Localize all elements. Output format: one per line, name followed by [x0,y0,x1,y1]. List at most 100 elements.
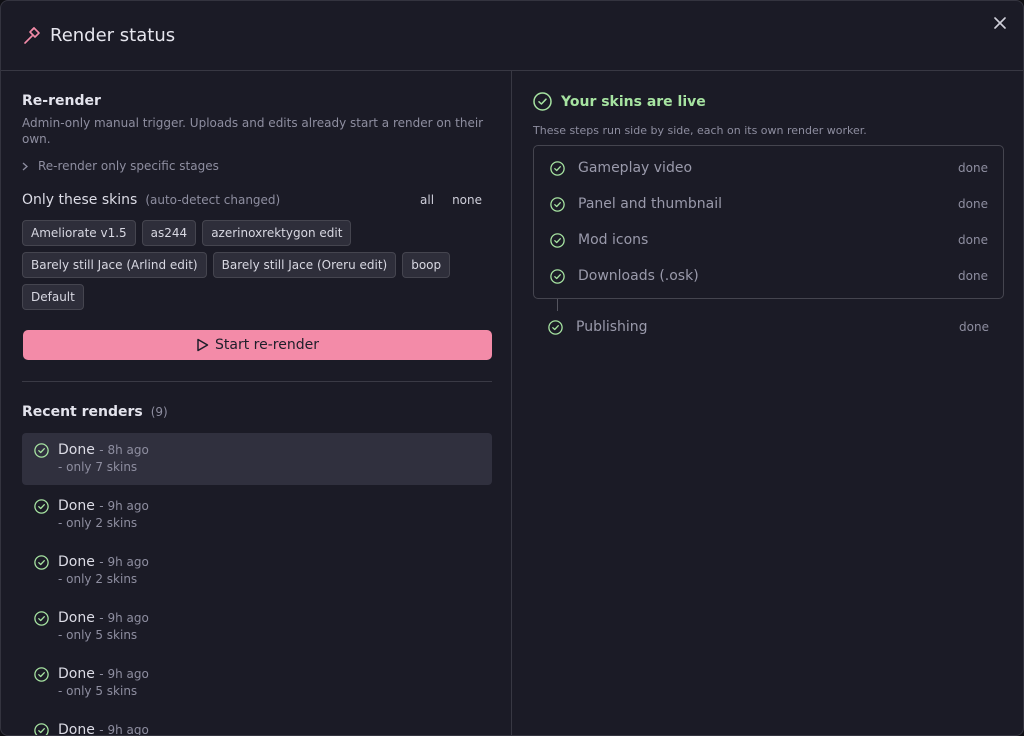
hammer-icon [22,26,42,46]
render-row[interactable]: Done - 9h ago - only 2 skins [22,489,492,541]
close-button[interactable] [991,14,1009,32]
check-circle-icon [34,667,50,683]
render-row[interactable]: Done - 9h ago - only 5 skins [22,657,492,709]
step-status: done [958,197,988,211]
skins-label: Only these skins [22,192,138,208]
check-circle-icon [550,196,565,212]
skin-chip[interactable]: as244 [141,220,197,246]
recent-renders-header: Recent renders (9) [22,404,491,420]
recent-renders-list: Done - 8h ago - only 7 skins Done - 9h ago… [22,433,492,736]
render-status: Done [58,442,95,458]
render-info: Done - 9h ago [58,722,149,736]
step-row: Panel and thumbnail done [534,186,1003,222]
check-circle-icon [34,499,50,515]
skins-hint: (auto-detect changed) [145,193,281,207]
render-detail: - only 2 skins [58,572,138,586]
recent-renders-title: Recent renders [22,404,143,420]
live-status-header: Your skins are live [533,92,1004,111]
check-circle-icon [550,268,565,284]
step-status: done [958,161,988,175]
check-circle-icon [533,92,552,111]
step-name: Downloads (.osk) [578,268,699,284]
step-name: Mod icons [578,232,649,248]
chevron-right-icon [22,162,32,171]
render-time: - 9h ago [99,723,149,736]
render-status: Done [58,666,95,682]
render-time: - 8h ago [99,443,149,457]
play-icon [196,338,209,352]
step-status: done [958,269,988,283]
render-row[interactable]: Done - 9h ago - only 5 skins [22,601,492,653]
step-status: done [958,233,988,247]
step-connector [557,299,558,311]
rerender-description: Admin-only manual trigger. Uploads and e… [22,116,484,146]
close-icon [994,17,1006,29]
live-status-title: Your skins are live [561,93,706,110]
modal-header: Render status [1,1,1023,71]
render-time: - 9h ago [99,499,149,513]
skin-chip[interactable]: Ameliorate v1.5 [22,220,136,246]
render-detail: - only 7 skins [58,460,138,474]
render-line: Done - 9h ago [58,666,149,682]
render-status-modal: Render status Re-render Admin-only manua… [0,0,1024,736]
render-detail: - only 2 skins [58,516,138,530]
step-name: Panel and thumbnail [578,196,722,212]
render-info: Done - 8h ago - only 7 skins [58,442,149,485]
skin-chip[interactable]: boop [402,252,451,278]
render-info: Done - 9h ago - only 5 skins [58,666,149,709]
check-circle-icon [550,160,565,176]
live-status-description: These steps run side by side, each on it… [533,124,867,137]
step-row: Mod icons done [534,222,1003,258]
section-divider [22,381,492,382]
modal-title: Render status [50,25,176,46]
render-status: Done [58,498,95,514]
step-publishing: Publishing done [533,311,1004,343]
render-time: - 9h ago [99,555,149,569]
check-circle-icon [34,611,50,627]
render-line: Done - 9h ago [58,610,149,626]
render-line: Done - 8h ago [58,442,149,458]
skin-chip[interactable]: Barely still Jace (Arlind edit) [22,252,207,278]
select-none-button[interactable]: none [443,191,491,209]
start-rerender-button[interactable]: Start re-render [23,330,492,360]
render-detail: - only 5 skins [58,684,138,698]
skin-chips: Ameliorate v1.5 as244 azerinoxrektygon edi… [22,220,492,310]
step-name: Gameplay video [578,160,693,176]
render-row[interactable]: Done - 9h ago - only 2 skins [22,545,492,597]
skins-filter-header: Only these skins (auto-detect changed) a… [22,190,491,210]
rerender-panel: Re-render Admin-only manual trigger. Upl… [1,71,512,736]
rerender-title: Re-render [22,93,101,109]
render-line: Done - 9h ago [58,722,149,736]
render-row[interactable]: Done - 8h ago - only 7 skins [22,433,492,485]
skin-chip[interactable]: Default [22,284,84,310]
check-circle-icon [548,319,563,335]
render-detail: - only 5 skins [58,628,138,642]
render-status: Done [58,722,95,736]
recent-renders-count: (9) [150,405,168,419]
check-circle-icon [550,232,565,248]
check-circle-icon [34,443,50,459]
render-info: Done - 9h ago - only 5 skins [58,610,149,653]
parallel-steps-box: Gameplay video done Panel and thumbnail don… [533,145,1004,299]
stages-expander[interactable]: Re-render only specific stages [22,159,491,173]
render-status: Done [58,610,95,626]
check-circle-icon [34,723,50,735]
render-info: Done - 9h ago - only 2 skins [58,498,149,541]
render-row[interactable]: Done - 9h ago [22,713,492,736]
skin-chip[interactable]: azerinoxrektygon edit [202,220,352,246]
select-all-button[interactable]: all [411,191,443,209]
render-time: - 9h ago [99,611,149,625]
step-row: Gameplay video done [534,150,1003,186]
render-line: Done - 9h ago [58,498,149,514]
step-status: done [959,320,989,334]
render-line: Done - 9h ago [58,554,149,570]
step-name: Publishing [576,319,648,335]
check-circle-icon [34,555,50,571]
skin-chip[interactable]: Barely still Jace (Oreru edit) [212,252,397,278]
render-status: Done [58,554,95,570]
render-info: Done - 9h ago - only 2 skins [58,554,149,597]
live-status-panel: Your skins are live These steps run side… [513,71,1023,735]
start-rerender-label: Start re-render [215,337,319,353]
step-row: Downloads (.osk) done [534,258,1003,294]
render-time: - 9h ago [99,667,149,681]
